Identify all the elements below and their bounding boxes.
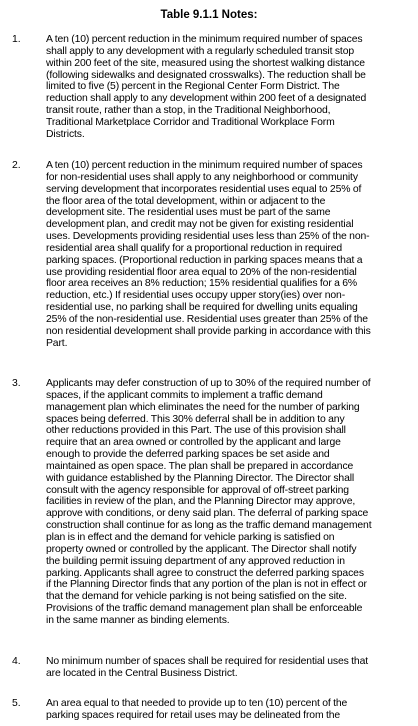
- note-5-text: An area equal to that needed to provide …: [46, 698, 410, 722]
- note-2-line: A ten (10) percent reduction in the mini…: [46, 160, 363, 171]
- note-2-line: non residential development shall provid…: [46, 325, 371, 337]
- note-5-line: parking spaces required for retail uses …: [46, 709, 341, 721]
- document-page: Table 9.1.1 Notes: 1. A ten (10) percent…: [0, 0, 418, 726]
- note-3-line: parking. Applicants shall agree to const…: [46, 567, 364, 579]
- note-3-line: in the same manner as binding elements.: [46, 614, 230, 626]
- note-1-number: 1.: [12, 34, 21, 45]
- note-3-line: that the demand for vehicle parking is n…: [46, 591, 347, 603]
- note-3-text: Applicants may defer construction of up …: [46, 378, 410, 627]
- note-3-line: other reductions provided in this Part. …: [46, 425, 346, 437]
- note-1-line: within 200 feet of the site, measured us…: [46, 57, 365, 69]
- note-5-number: 5.: [12, 698, 21, 709]
- note-2-line: uses. Developments providing residential…: [46, 231, 370, 243]
- note-1-line: reduction shall apply to any development…: [46, 93, 367, 105]
- note-1-line: (following sidewalks and designated cros…: [46, 69, 366, 81]
- note-4-line: No minimum number of spaces shall be req…: [46, 656, 368, 667]
- note-2-line: Part.: [46, 337, 68, 349]
- note-2-line: for non-residential uses shall apply to …: [46, 171, 358, 183]
- note-3-line: consult with the agency responsible for …: [46, 484, 349, 496]
- note-4-text: No minimum number of spaces shall be req…: [46, 656, 410, 680]
- note-3-line: Applicants may defer construction of up …: [46, 378, 371, 389]
- note-2-line: floor area receives an 8% reduction; 15%…: [46, 278, 358, 290]
- note-1-line: Districts.: [46, 128, 85, 140]
- note-3-line: spaces being deferred. This 30% deferral…: [46, 413, 345, 425]
- note-3-line: spaces, if the applicant commits to impl…: [46, 389, 323, 401]
- note-2-line: serving development that incorporates re…: [46, 183, 362, 195]
- note-1-line: Traditional Marketplace Corridor and Tra…: [46, 116, 335, 128]
- note-2-text: A ten (10) percent reduction in the mini…: [46, 160, 410, 350]
- note-3-line: enough to provide the deferred parking s…: [46, 449, 330, 461]
- note-1-line: limited to five (5) percent in the Regio…: [46, 81, 340, 93]
- note-3-line: construction shall continue for as long …: [46, 520, 372, 532]
- note-3-line: management plan which eliminates the nee…: [46, 401, 360, 413]
- note-3-line: approve with conditions, or deny said pl…: [46, 508, 369, 520]
- note-2-line: use providing residential floor area equ…: [46, 266, 357, 278]
- note-2-line: the floor area of the total development,…: [46, 195, 326, 207]
- note-2-line: residential use, no parking shall be req…: [46, 302, 358, 314]
- note-2-number: 2.: [12, 160, 21, 171]
- note-4-number: 4.: [12, 656, 21, 667]
- note-3-line: plan is in effect and the demand for veh…: [46, 531, 335, 543]
- note-2-line: development plan, and credit may not be …: [46, 219, 354, 231]
- note-3-line: maintained as open space. The plan shall…: [46, 460, 354, 472]
- note-2-line: 25% of the non-residential use. Resident…: [46, 313, 368, 325]
- note-3-line: if the Planning Director finds that any …: [46, 579, 367, 591]
- note-3-line: require that an area owned or controlled…: [46, 437, 341, 449]
- note-2-line: residential area shall qualify for a pro…: [46, 242, 343, 254]
- note-3-line: Provisions of the traffic demand managem…: [46, 603, 363, 615]
- note-3-line: facilities in review of the plan, and th…: [46, 496, 356, 508]
- note-1-line: shall apply to any development with a re…: [46, 45, 355, 57]
- note-5-line: An area equal to that needed to provide …: [46, 698, 348, 709]
- note-1-text: A ten (10) percent reduction in the mini…: [46, 34, 410, 141]
- note-1-line: transit route, rather than a stop, in th…: [46, 105, 331, 117]
- note-1-line: A ten (10) percent reduction in the mini…: [46, 34, 363, 45]
- note-2-line: parking spaces. (Proportional reduction …: [46, 254, 363, 266]
- note-2-line: development site. The residential uses m…: [46, 207, 331, 219]
- table-notes-title: Table 9.1.1 Notes:: [160, 9, 258, 21]
- note-3-line: the building permit issuing department o…: [46, 555, 345, 567]
- note-3-number: 3.: [12, 378, 21, 389]
- note-4-line: are located in the Central Business Dist…: [46, 667, 238, 679]
- note-3-line: property owned or controlled by the appl…: [46, 543, 357, 555]
- note-2-line: reduction, etc.) If residential uses occ…: [46, 290, 346, 302]
- note-3-line: with guidance established by the Plannin…: [46, 472, 355, 484]
